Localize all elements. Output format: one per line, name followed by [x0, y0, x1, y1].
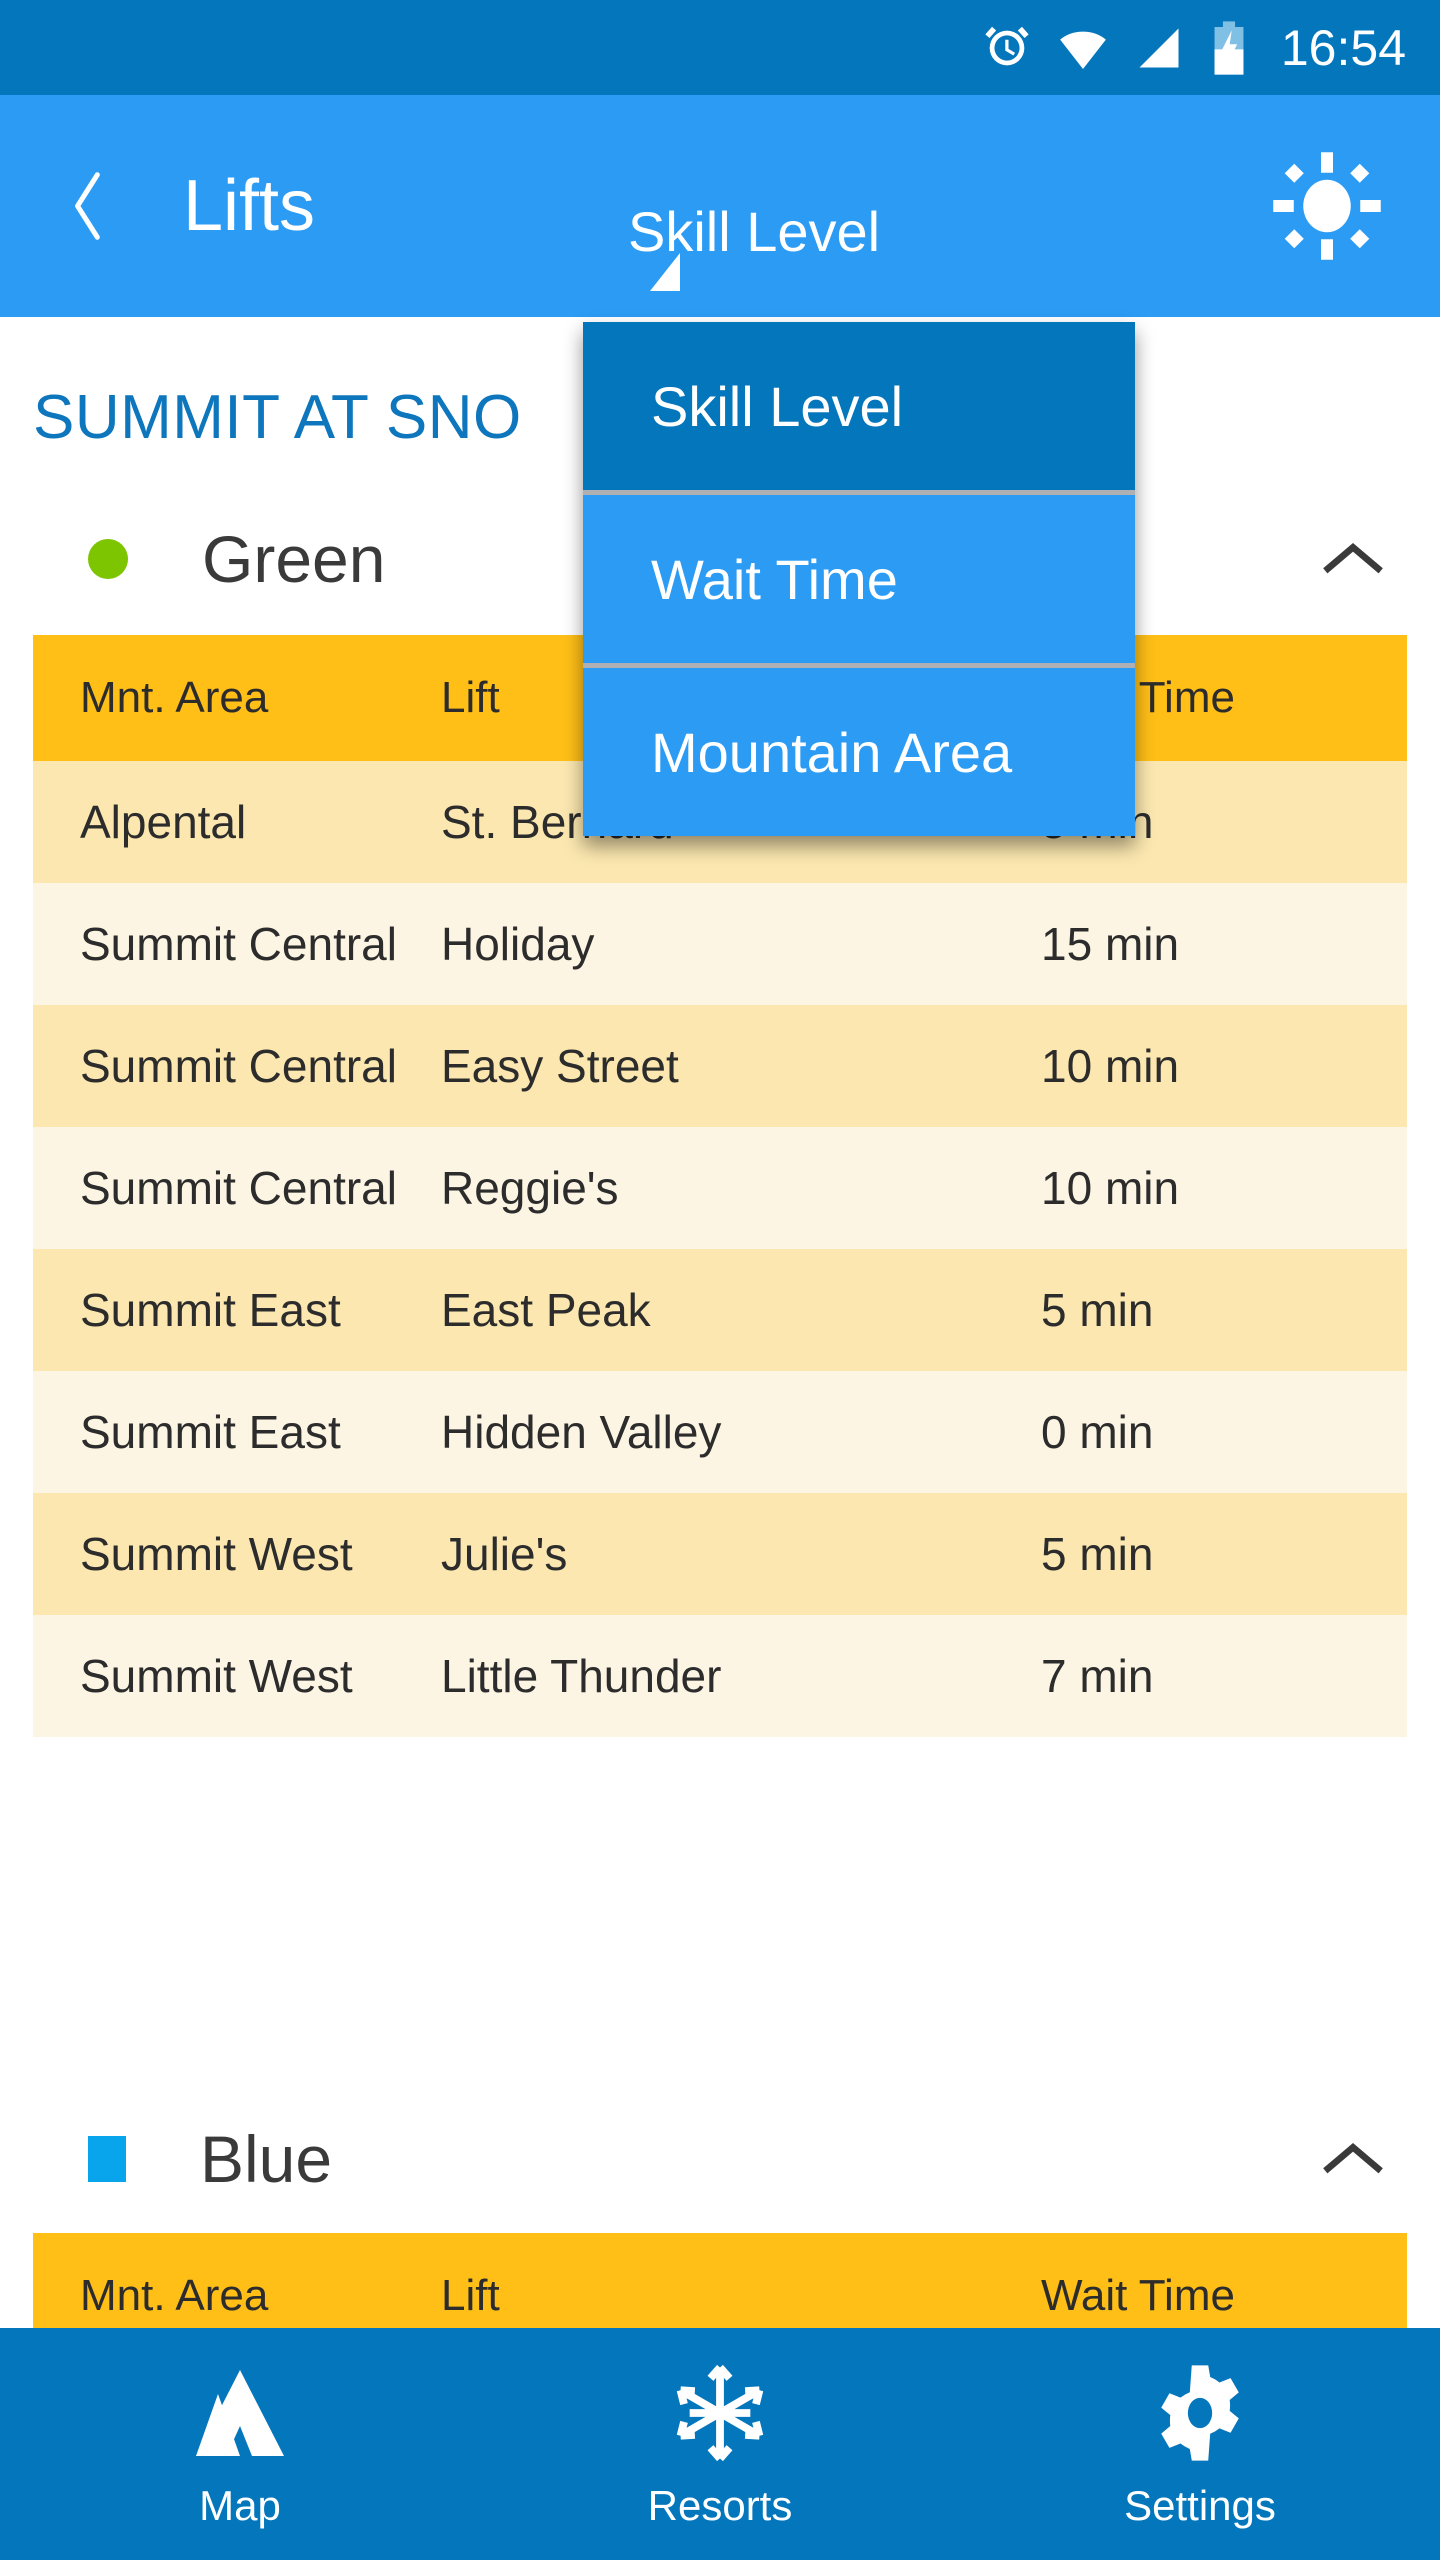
cell-wait-time: 15 min [1041, 918, 1180, 970]
cell-mnt-area: Alpental [80, 796, 247, 848]
back-button[interactable] [62, 161, 116, 251]
nav-item-settings[interactable]: Settings [960, 2328, 1440, 2560]
column-header-area: Mnt. Area [80, 673, 269, 722]
section-label-blue: Blue [200, 2122, 333, 2196]
dropdown-item-mountain-area[interactable]: Mountain Area [583, 668, 1135, 836]
table-row[interactable]: Summit Central Easy Street 10 min [33, 1005, 1407, 1127]
bottom-navigation: Map Resorts Settings [0, 2328, 1440, 2560]
status-bar: 16:54 [0, 0, 1440, 95]
nav-label-resorts: Resorts [647, 2482, 793, 2529]
table-row[interactable]: Summit East East Peak 5 min [33, 1249, 1407, 1371]
cell-mnt-area: Summit West [80, 1528, 353, 1580]
sun-icon [1273, 152, 1381, 260]
section-header-blue[interactable]: Blue [0, 2100, 1440, 2218]
resort-title: SUMMIT AT SNO [33, 383, 522, 452]
battery-charging-icon [1207, 20, 1251, 76]
table-row[interactable]: Summit West Julie's 5 min [33, 1493, 1407, 1615]
dropdown-item-skill-level[interactable]: Skill Level [583, 322, 1135, 490]
cell-lift: Julie's [441, 1528, 568, 1580]
gear-icon [1145, 2358, 1255, 2468]
page-title: Lifts [183, 166, 316, 246]
skill-marker-green [88, 539, 128, 579]
nav-item-map[interactable]: Map [0, 2328, 480, 2560]
cell-mnt-area: Summit West [80, 1650, 353, 1702]
cell-wait-time: 5 min [1041, 1284, 1154, 1336]
status-clock: 16:54 [1280, 19, 1406, 76]
cell-wait-time: 10 min [1041, 1040, 1180, 1092]
nav-item-resorts[interactable]: Resorts [480, 2328, 960, 2560]
signal-icon [1133, 22, 1185, 74]
app-bar: Lifts Skill Level [0, 95, 1440, 317]
weather-button[interactable] [1262, 141, 1392, 271]
chevron-up-icon-blue[interactable] [1318, 2124, 1388, 2194]
cell-mnt-area: Summit East [80, 1406, 341, 1458]
cell-mnt-area: Summit Central [80, 1162, 397, 1214]
table-row[interactable]: Summit Central Holiday 15 min [33, 883, 1407, 1005]
nav-label-map: Map [199, 2482, 281, 2529]
skill-marker-blue [88, 2136, 126, 2182]
sort-spinner[interactable]: Skill Level [583, 183, 1068, 295]
cell-lift: Hidden Valley [441, 1406, 722, 1458]
wifi-icon [1055, 20, 1111, 76]
cell-wait-time: 7 min [1041, 1650, 1154, 1702]
nav-label-settings: Settings [1124, 2482, 1276, 2529]
table-row[interactable]: Summit West Little Thunder 7 min [33, 1615, 1407, 1737]
cell-mnt-area: Summit Central [80, 1040, 397, 1092]
cell-lift: East Peak [441, 1284, 651, 1336]
table-row[interactable]: Summit Central Reggie's 10 min [33, 1127, 1407, 1249]
cell-lift: Reggie's [441, 1162, 619, 1214]
cell-mnt-area: Summit Central [80, 918, 397, 970]
table-row[interactable]: Summit East Hidden Valley 0 min [33, 1371, 1407, 1493]
cell-wait-time: 0 min [1041, 1406, 1154, 1458]
snowflake-icon [665, 2358, 775, 2468]
dropdown-item-wait-time[interactable]: Wait Time [583, 495, 1135, 663]
chevron-up-icon-green[interactable] [1318, 524, 1388, 594]
cell-lift: Little Thunder [441, 1650, 722, 1702]
mountain-icon [185, 2358, 295, 2468]
cell-lift: Holiday [441, 918, 595, 970]
cell-mnt-area: Summit East [80, 1284, 341, 1336]
sort-dropdown-menu[interactable]: Skill Level Wait Time Mountain Area [583, 322, 1135, 836]
spinner-caret-icon [650, 253, 680, 291]
cell-wait-time: 10 min [1041, 1162, 1180, 1214]
app-root: 16:54 Lifts Skill Level SUMMIT AT SNO Gr… [0, 0, 1440, 2560]
alarm-icon [981, 22, 1033, 74]
cell-wait-time: 5 min [1041, 1528, 1154, 1580]
section-label-green: Green [202, 522, 386, 596]
cell-lift: Easy Street [441, 1040, 679, 1092]
